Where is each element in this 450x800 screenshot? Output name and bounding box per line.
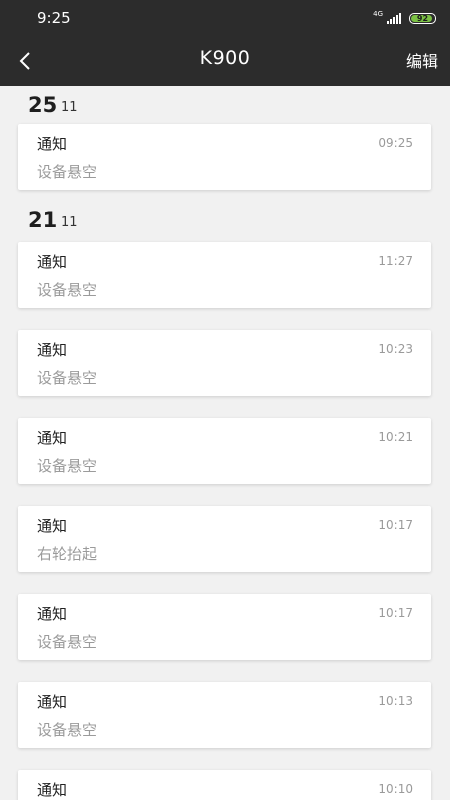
notification-message: 设备悬空 — [37, 721, 98, 739]
notification-card[interactable]: 通知 10:17 设备悬空 — [18, 594, 431, 660]
notification-title: 通知 — [37, 693, 68, 711]
notification-title: 通知 — [37, 605, 68, 623]
notification-message: 设备悬空 — [37, 163, 98, 181]
date-day: 25 — [28, 93, 58, 117]
notification-card[interactable]: 通知 10:10 — [18, 770, 431, 800]
notification-title: 通知 — [37, 429, 68, 447]
network-type: 4G — [373, 9, 383, 18]
notification-card[interactable]: 通知 10:21 设备悬空 — [18, 418, 431, 484]
notification-message: 设备悬空 — [37, 369, 98, 387]
notification-time: 10:10 — [378, 782, 413, 796]
date-header: 25 11 — [0, 86, 450, 124]
notification-title: 通知 — [37, 781, 68, 799]
status-time: 9:25 — [37, 9, 71, 27]
status-bar: 9:25 4G 92 — [0, 0, 450, 36]
edit-button[interactable]: 编辑 — [406, 48, 438, 72]
status-indicators: 4G 92 — [373, 10, 436, 26]
notification-message: 设备悬空 — [37, 457, 98, 475]
notification-message: 设备悬空 — [37, 281, 98, 299]
notification-list[interactable]: 25 11 通知 09:25 设备悬空 21 11 通知 11:27 设备悬空 … — [0, 86, 450, 800]
notification-time: 10:17 — [378, 606, 413, 620]
notification-title: 通知 — [37, 253, 68, 271]
notification-title: 通知 — [37, 517, 68, 535]
notification-time: 10:17 — [378, 518, 413, 532]
signal-icon — [387, 12, 401, 24]
notification-time: 11:27 — [378, 254, 413, 268]
notification-time: 10:21 — [378, 430, 413, 444]
notification-time: 10:23 — [378, 342, 413, 356]
date-header: 21 11 — [0, 204, 450, 242]
notification-card[interactable]: 通知 10:23 设备悬空 — [18, 330, 431, 396]
notification-card[interactable]: 通知 10:17 右轮抬起 — [18, 506, 431, 572]
notification-card[interactable]: 通知 09:25 设备悬空 — [18, 124, 431, 190]
notification-card[interactable]: 通知 10:13 设备悬空 — [18, 682, 431, 748]
notification-message: 设备悬空 — [37, 633, 98, 651]
notification-time: 10:13 — [378, 694, 413, 708]
notification-title: 通知 — [37, 341, 68, 359]
notification-message: 右轮抬起 — [37, 545, 98, 563]
date-day: 21 — [28, 208, 58, 232]
date-month: 11 — [61, 215, 78, 230]
notification-title: 通知 — [37, 135, 68, 153]
app-bar: K900 编辑 — [0, 36, 450, 86]
battery-icon: 92 — [409, 12, 436, 24]
page-title: K900 — [199, 47, 251, 69]
notification-card[interactable]: 通知 11:27 设备悬空 — [18, 242, 431, 308]
notification-time: 09:25 — [378, 136, 413, 150]
date-month: 11 — [61, 100, 78, 115]
battery-level: 92 — [416, 13, 429, 23]
